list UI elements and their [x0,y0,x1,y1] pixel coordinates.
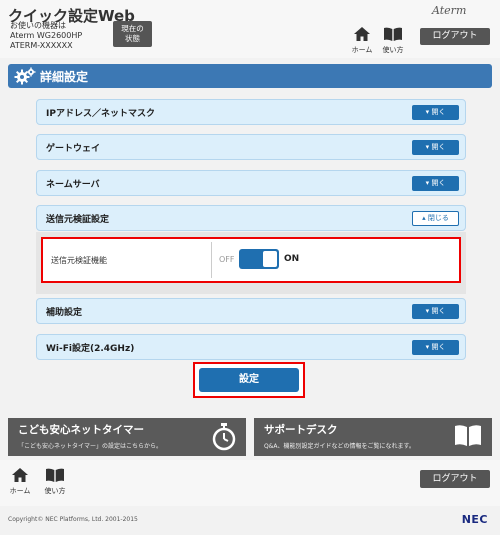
open-button-label: 開く [431,343,446,351]
footer-home-nav[interactable]: ホーム [8,468,32,496]
current-status-button[interactable]: 現在の 状態 [113,21,152,47]
toggle-knob [263,251,277,267]
logout-label: ログアウト [432,31,478,41]
device-id: ATERM-XXXXXX [10,41,73,50]
submit-button[interactable]: 設定 [199,368,299,392]
source-verification-setting: 送信元検証機能 OFF ON [41,237,461,283]
book-icon [455,425,481,446]
home-label: ホーム [351,46,373,54]
close-button[interactable]: ▴ 閉じる [412,211,459,226]
promo-title: サポートデスク [264,424,338,436]
book-icon [46,468,64,482]
footer-logout-button[interactable]: ログアウト [420,470,490,488]
accordion-wifi-24ghz[interactable]: Wi-Fi設定(2.4GHz) ▾ 開く [36,334,466,360]
header: クイック設定Web お使いの機器は Aterm WG2600HP ATERM-X… [0,0,500,58]
home-icon [354,27,370,41]
section-bar: 詳細設定 [8,64,492,88]
logout-button[interactable]: ログアウト [420,28,490,45]
accordion-auxiliary[interactable]: 補助設定 ▾ 開く [36,298,466,324]
device-model: Aterm WG2600HP [10,31,83,40]
logout-label: ログアウト [432,474,478,484]
home-nav[interactable]: ホーム [351,27,373,55]
help-nav[interactable]: 使い方 [381,27,405,55]
promo-net-timer[interactable]: こども安心ネットタイマー 「こども安心ネットタイマー」の設定はこちらから。 [8,418,246,456]
accordion-gateway[interactable]: ゲートウェイ ▾ 開く [36,134,466,160]
help-label: 使い方 [44,487,66,495]
accordion-label: IPアドレス／ネットマスク [46,109,155,119]
toggle-on-label: ON [284,254,300,264]
book-icon [384,27,402,41]
footer-nav: ホーム 使い方 ログアウト [0,460,500,506]
open-button[interactable]: ▾ 開く [412,105,459,120]
accordion-label: 送信元検証設定 [46,215,110,225]
open-button[interactable]: ▾ 開く [412,340,459,355]
device-label: お使いの機器は [10,21,66,30]
field-divider [211,242,212,278]
accordion-ip-address[interactable]: IPアドレス／ネットマスク ▾ 開く [36,99,466,125]
open-button[interactable]: ▾ 開く [412,140,459,155]
promo-title: こども安心ネットタイマー [18,424,144,436]
stopwatch-icon [212,423,236,451]
toggle-off-label: OFF [219,255,235,264]
nec-logo: NEC [461,513,488,526]
copyright: Copyright© NEC Platforms, Ltd. 2001-2015 [8,516,138,523]
submit-label: 設定 [239,374,259,385]
promo-desc: Q&A、機能別設定ガイドなどの情報をご覧になれます。 [264,443,415,450]
open-button-label: 開く [431,307,446,315]
source-verification-label: 送信元検証機能 [51,256,107,265]
home-icon [12,468,28,482]
accordion-label: 補助設定 [46,308,83,318]
promo-support-desk[interactable]: サポートデスク Q&A、機能別設定ガイドなどの情報をご覧になれます。 [254,418,492,456]
current-status-label: 現在の 状態 [121,24,144,43]
section-title: 詳細設定 [40,70,89,84]
open-button-label: 開く [431,108,446,116]
source-verification-toggle[interactable] [239,249,279,269]
accordion-label: ゲートウェイ [46,144,101,154]
help-label: 使い方 [382,46,404,54]
accordion-source-verification[interactable]: 送信元検証設定 ▴ 閉じる [36,205,466,231]
close-button-label: 閉じる [427,214,449,222]
home-label: ホーム [9,487,31,495]
open-button[interactable]: ▾ 開く [412,304,459,319]
footer-help-nav[interactable]: 使い方 [42,468,68,496]
accordion-name-server[interactable]: ネームサーバ ▾ 開く [36,170,466,196]
brand-logo: Aterm [432,4,467,17]
open-button[interactable]: ▾ 開く [412,176,459,191]
open-button-label: 開く [431,143,446,151]
accordion-label: Wi-Fi設定(2.4GHz) [46,344,135,354]
promo-desc: 「こども安心ネットタイマー」の設定はこちらから。 [18,443,163,450]
submit-highlight: 設定 [193,362,305,398]
accordion-label: ネームサーバ [46,180,100,190]
gear-icon [14,67,36,85]
open-button-label: 開く [431,179,446,187]
